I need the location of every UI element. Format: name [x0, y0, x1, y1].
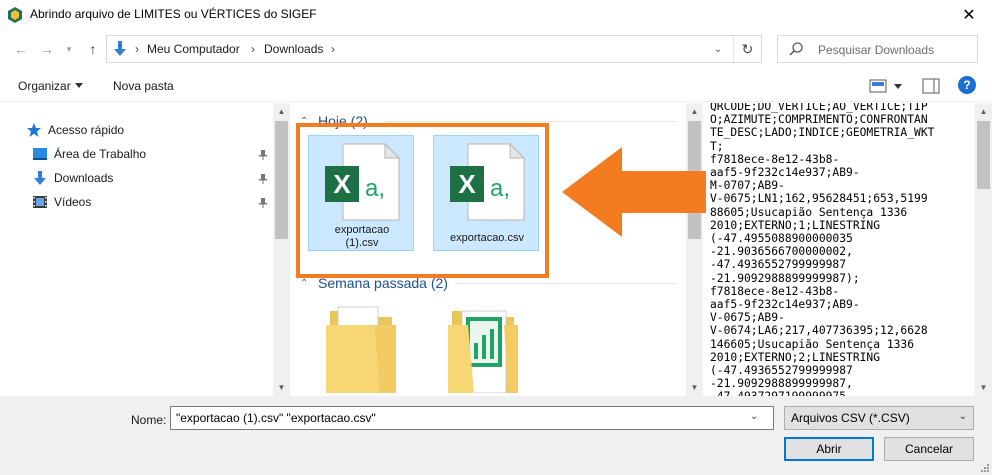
breadcrumb-downloads[interactable]: Downloads — [264, 42, 323, 56]
scrollbar-thumb[interactable] — [275, 121, 288, 239]
caret-down-icon[interactable] — [75, 83, 83, 88]
view-options-icon[interactable] — [869, 78, 887, 94]
video-icon — [33, 196, 47, 208]
scroll-down-icon[interactable]: ▼ — [975, 379, 992, 396]
file-name-label: Nome: — [131, 413, 167, 427]
scroll-up-icon[interactable]: ▲ — [686, 103, 703, 120]
group-header-last-week[interactable]: ⌃ Semana passada (2) — [300, 274, 448, 292]
address-bar[interactable]: › Meu Computador › Downloads › ⌄ ↻ — [106, 35, 762, 63]
app-icon — [8, 7, 22, 23]
file-name-input[interactable] — [170, 406, 774, 430]
group-header-label: Semana passada (2) — [318, 275, 448, 291]
title-bar: Abrindo arquivo de LIMITES ou VÉRTICES d… — [0, 0, 992, 30]
preview-scrollbar[interactable]: ▲ ▼ — [975, 103, 992, 396]
navigation-row: ← → ▾ ↑ › Meu Computador › Downloads › ⌄… — [0, 30, 992, 68]
pin-icon[interactable] — [258, 173, 268, 185]
sidebar-item-label: Vídeos — [54, 195, 92, 209]
sidebar-item-downloads[interactable]: Downloads — [32, 168, 113, 188]
forward-arrow-icon[interactable]: → — [36, 38, 58, 60]
organize-button[interactable]: Organizar — [18, 79, 71, 93]
search-input[interactable]: Pesquisar Downloads — [777, 35, 978, 63]
search-icon — [789, 42, 803, 56]
pin-icon[interactable] — [258, 149, 268, 161]
toolbar: Organizar Nova pasta ? — [0, 70, 992, 102]
help-icon[interactable]: ? — [958, 76, 976, 94]
scroll-up-icon[interactable]: ▲ — [975, 103, 992, 120]
file-type-value: Arquivos CSV (*.CSV) — [791, 411, 910, 425]
chevron-up-icon[interactable]: ⌃ — [300, 278, 312, 289]
bottom-panel: Nome: ⌄ Arquivos CSV (*.CSV) ⌄ Abrir Can… — [0, 396, 992, 475]
sidebar-item-label: Downloads — [54, 171, 114, 185]
open-button[interactable]: Abrir — [784, 437, 874, 461]
download-icon — [34, 171, 46, 185]
sidebar-item-label: Acesso rápido — [48, 123, 125, 137]
breadcrumb-separator: › — [135, 42, 139, 56]
scroll-down-icon[interactable]: ▼ — [273, 379, 290, 396]
chevron-down-icon[interactable]: ⌄ — [711, 42, 725, 56]
sidebar-item-desktop[interactable]: Área de Trabalho — [32, 144, 272, 164]
scrollbar-thumb[interactable] — [977, 121, 990, 189]
orange-arrow-icon — [562, 147, 708, 237]
sidebar-item-label: Área de Trabalho — [54, 147, 147, 161]
resize-grip-icon[interactable] — [980, 463, 990, 473]
sidebar-item-videos[interactable]: Vídeos — [32, 192, 91, 212]
caret-down-icon[interactable] — [894, 84, 902, 89]
new-folder-button[interactable]: Nova pasta — [113, 79, 174, 93]
folder-spreadsheet-icon[interactable] — [438, 303, 528, 393]
navigation-pane: Acesso rápido Área de Trabalho Downloads… — [0, 103, 290, 396]
pin-icon[interactable] — [258, 197, 268, 209]
back-arrow-icon[interactable]: ← — [10, 38, 32, 60]
chevron-down-icon[interactable]: ⌄ — [750, 411, 758, 422]
group-divider — [386, 121, 676, 122]
preview-text: QRCODE;DO_VERTICE;AO_VERTICE;TIP O;AZIMU… — [710, 103, 935, 396]
folder-icon[interactable] — [316, 303, 406, 393]
highlight-box — [296, 123, 549, 278]
sidebar-item-quick-access[interactable]: Acesso rápido — [26, 120, 124, 140]
search-placeholder: Pesquisar Downloads — [818, 43, 935, 57]
preview-pane-icon[interactable] — [922, 78, 940, 94]
navigation-scrollbar[interactable]: ▲ ▼ — [273, 103, 290, 396]
close-button[interactable]: ✕ — [946, 0, 992, 30]
preview-pane: QRCODE;DO_VERTICE;AO_VERTICE;TIP O;AZIMU… — [706, 103, 992, 396]
breadcrumb-my-computer[interactable]: Meu Computador — [147, 42, 240, 56]
desktop-icon — [33, 148, 47, 160]
window-title: Abrindo arquivo de LIMITES ou VÉRTICES d… — [30, 7, 317, 21]
recent-locations-icon[interactable]: ▾ — [62, 38, 76, 60]
chevron-down-icon: ⌄ — [958, 411, 967, 422]
up-arrow-icon[interactable]: ↑ — [82, 38, 104, 60]
file-type-select[interactable]: Arquivos CSV (*.CSV) ⌄ — [784, 406, 974, 430]
group-divider — [455, 283, 676, 284]
star-icon — [27, 123, 41, 137]
downloads-folder-icon — [114, 41, 126, 56]
breadcrumb-separator: › — [251, 42, 255, 56]
breadcrumb-separator: › — [331, 42, 335, 56]
cancel-button[interactable]: Cancelar — [884, 437, 974, 461]
scroll-up-icon[interactable]: ▲ — [273, 103, 290, 120]
refresh-icon[interactable]: ↻ — [733, 36, 761, 62]
scroll-down-icon[interactable]: ▼ — [686, 379, 703, 396]
